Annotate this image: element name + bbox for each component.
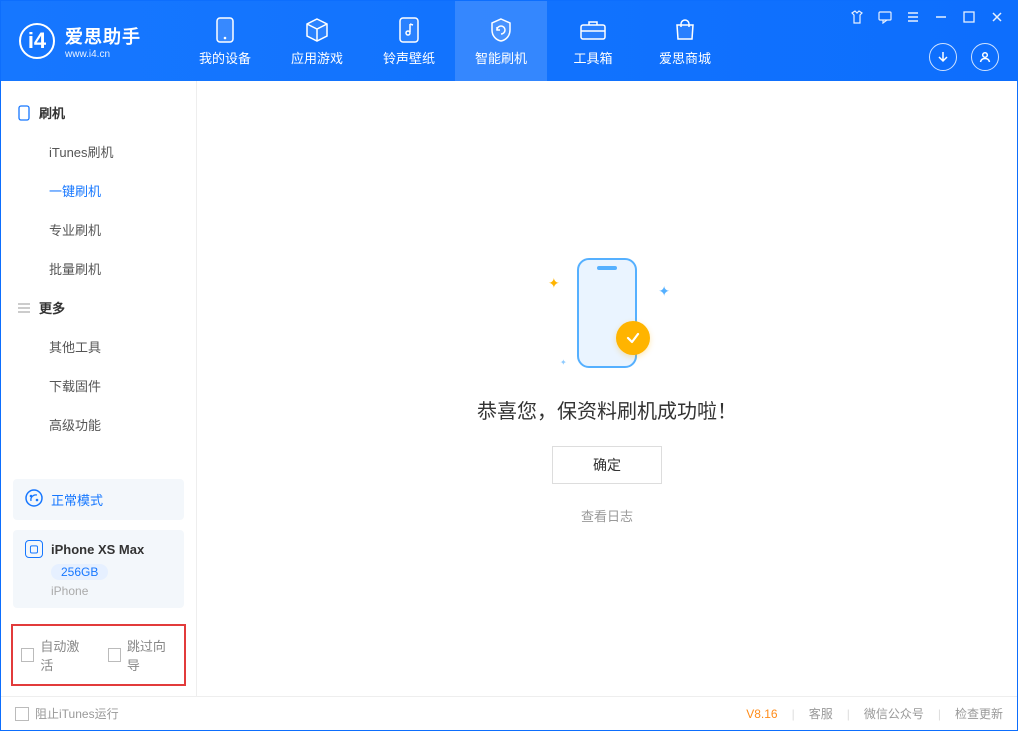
tab-flash[interactable]: 智能刷机	[455, 1, 547, 81]
window-controls	[849, 9, 1005, 25]
tab-label: 工具箱	[573, 48, 612, 67]
mode-label: 正常模式	[51, 490, 103, 509]
version-label: V8.16	[746, 707, 777, 721]
device-capacity: 256GB	[51, 564, 108, 580]
sparkle-icon: ✦	[560, 358, 567, 367]
tab-apps[interactable]: 应用游戏	[271, 1, 363, 81]
tab-my-device[interactable]: 我的设备	[179, 1, 271, 81]
section-title: 更多	[39, 298, 65, 317]
logo-icon: i4	[19, 23, 55, 59]
tab-label: 铃声壁纸	[383, 48, 435, 67]
device-type: iPhone	[51, 584, 172, 598]
app-title: 爱思助手	[65, 23, 141, 49]
sidebar-item-itunes-flash[interactable]: iTunes刷机	[1, 132, 196, 171]
footer-link-cs[interactable]: 客服	[809, 705, 833, 722]
sidebar-section-flash: 刷机	[1, 93, 196, 132]
sidebar-section-more: 更多	[1, 288, 196, 327]
sidebar-item-download-firmware[interactable]: 下载固件	[1, 366, 196, 405]
sidebar-item-batch-flash[interactable]: 批量刷机	[1, 249, 196, 288]
footer-link-update[interactable]: 检查更新	[955, 705, 1003, 722]
check-badge-icon	[616, 321, 650, 355]
download-button[interactable]	[929, 43, 957, 71]
mode-icon	[25, 489, 43, 510]
sidebar-item-pro-flash[interactable]: 专业刷机	[1, 210, 196, 249]
checkbox-skip-guide[interactable]: 跳过向导	[108, 636, 177, 674]
checkbox-block-itunes[interactable]: 阻止iTunes运行	[15, 705, 119, 722]
ok-button[interactable]: 确定	[552, 446, 662, 484]
sparkle-icon: ✦	[658, 283, 670, 300]
status-bar: 阻止iTunes运行 V8.16 | 客服 | 微信公众号 | 检查更新	[1, 696, 1017, 730]
menu-icon[interactable]	[905, 9, 921, 25]
logo: i4 爱思助手 www.i4.cn	[1, 1, 159, 81]
sparkle-icon: ✦	[548, 275, 560, 292]
feedback-icon[interactable]	[877, 9, 893, 25]
toolbox-icon	[579, 16, 607, 44]
close-button[interactable]	[989, 9, 1005, 25]
tab-label: 爱思商城	[659, 48, 711, 67]
tab-ringtones[interactable]: 铃声壁纸	[363, 1, 455, 81]
app-subtitle: www.i4.cn	[65, 49, 141, 60]
tab-label: 智能刷机	[475, 48, 527, 67]
success-message: 恭喜您，保资料刷机成功啦！	[477, 395, 737, 424]
device-card[interactable]: ▢ iPhone XS Max 256GB iPhone	[13, 530, 184, 608]
shield-refresh-icon	[488, 16, 514, 44]
mode-chip[interactable]: 正常模式	[13, 479, 184, 520]
device-icon: ▢	[25, 540, 43, 558]
success-illustration: ✦ ✦ ✦	[542, 253, 672, 373]
sidebar-item-advanced[interactable]: 高级功能	[1, 405, 196, 444]
tab-toolbox[interactable]: 工具箱	[547, 1, 639, 81]
user-button[interactable]	[971, 43, 999, 71]
minimize-button[interactable]	[933, 9, 949, 25]
phone-icon	[215, 16, 235, 44]
tab-store[interactable]: 爱思商城	[639, 1, 731, 81]
list-icon	[17, 301, 31, 315]
section-title: 刷机	[39, 103, 65, 122]
checkbox-auto-activate[interactable]: 自动激活	[21, 636, 90, 674]
cube-icon	[304, 16, 330, 44]
sidebar-item-one-click-flash[interactable]: 一键刷机	[1, 171, 196, 210]
sidebar: 刷机 iTunes刷机 一键刷机 专业刷机 批量刷机 更多 其他工具 下载固件 …	[1, 81, 197, 696]
music-file-icon	[398, 16, 420, 44]
sidebar-item-other-tools[interactable]: 其他工具	[1, 327, 196, 366]
app-header: i4 爱思助手 www.i4.cn 我的设备 应用游戏 铃声壁纸 智能刷机	[1, 1, 1017, 81]
device-name: iPhone XS Max	[51, 542, 144, 557]
nav-tabs: 我的设备 应用游戏 铃声壁纸 智能刷机 工具箱 爱思商城	[179, 1, 731, 81]
bag-icon	[673, 16, 697, 44]
options-highlight: 自动激活 跳过向导	[11, 624, 186, 686]
shirt-icon[interactable]	[849, 9, 865, 25]
footer-link-wechat[interactable]: 微信公众号	[864, 705, 924, 722]
main-content: ✦ ✦ ✦ 恭喜您，保资料刷机成功啦！ 确定 查看日志	[197, 81, 1017, 696]
view-log-link[interactable]: 查看日志	[581, 506, 633, 525]
maximize-button[interactable]	[961, 9, 977, 25]
tab-label: 应用游戏	[291, 48, 343, 67]
phone-outline-icon	[17, 106, 31, 120]
tab-label: 我的设备	[199, 48, 251, 67]
